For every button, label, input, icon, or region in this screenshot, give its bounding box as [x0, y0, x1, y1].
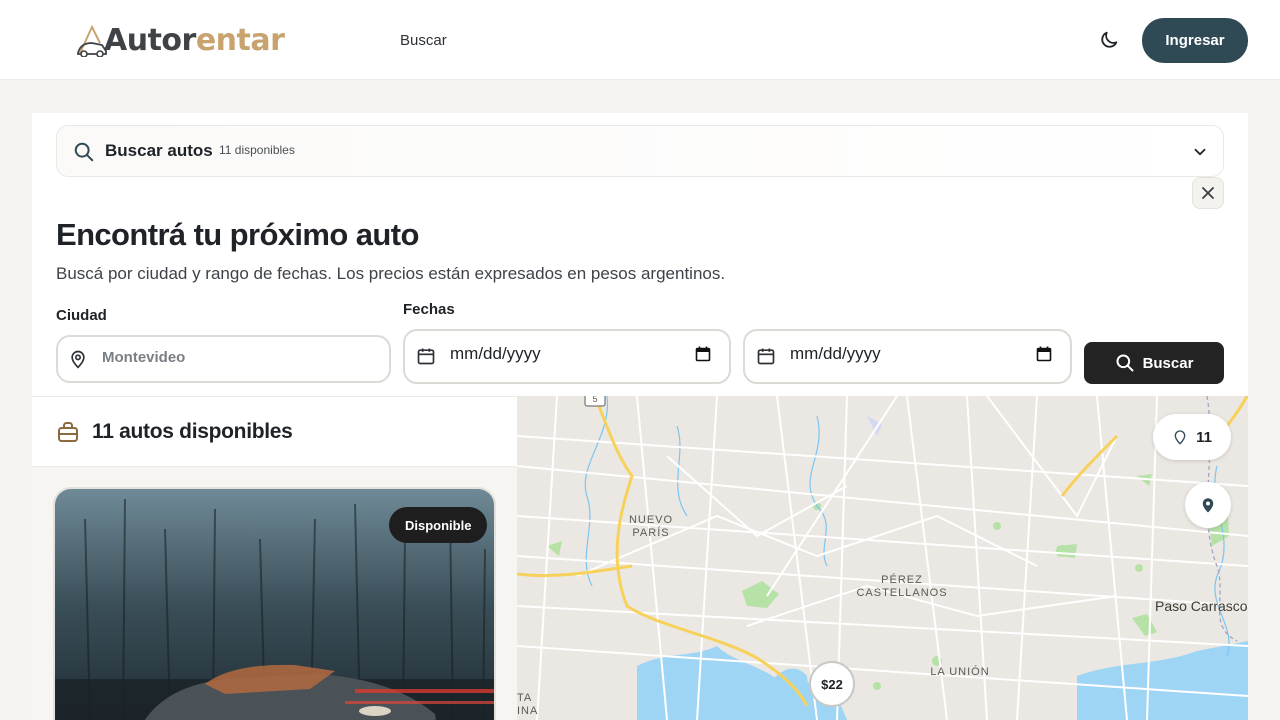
logo-text: Autorentar: [104, 22, 285, 58]
location-pin-icon: [1174, 430, 1186, 445]
dates-label: Fechas: [403, 301, 455, 318]
briefcase-icon: [58, 422, 78, 442]
car-card[interactable]: Disponible: [53, 487, 496, 720]
search-submit-label: Buscar: [1142, 354, 1194, 372]
map-pin-icon: [1202, 498, 1214, 513]
top-header: Autorentar Buscar Ingresar: [0, 0, 1280, 80]
map-view[interactable]: 5 NUEVO PARÍS PÉREZ CASTELLANOS LA UNIÓN…: [517, 396, 1248, 720]
date-end-value: mm/dd/yyyy: [790, 344, 881, 363]
date-start-value: mm/dd/yyyy: [450, 344, 541, 363]
calendar-picker-icon[interactable]: [1036, 346, 1052, 362]
close-button[interactable]: [1192, 177, 1224, 209]
city-field[interactable]: Montevideo: [56, 335, 391, 383]
search-submit-button[interactable]: Buscar: [1084, 342, 1224, 384]
calendar-icon: [757, 348, 775, 365]
map-results-count[interactable]: 11: [1153, 414, 1231, 460]
map-label-nuevo-paris: NUEVO PARÍS: [628, 514, 674, 539]
map-tiles: [517, 396, 1248, 720]
nav-search-link[interactable]: Buscar: [400, 32, 447, 49]
route-5-label: 5: [592, 396, 598, 404]
results-header: 11 autos disponibles: [32, 397, 517, 467]
search-icon: [74, 142, 94, 162]
calendar-picker-icon[interactable]: [695, 346, 711, 362]
search-icon: [1116, 354, 1134, 372]
map-label-edge: TA INA: [517, 692, 539, 717]
map-count-value: 11: [1196, 428, 1212, 446]
close-icon: [1202, 187, 1214, 199]
logo-text-part2: entar: [195, 22, 285, 58]
map-label-perez-castellanos: PÉREZ CASTELLANOS: [856, 574, 948, 599]
moon-icon[interactable]: [1098, 29, 1120, 51]
chevron-down-icon[interactable]: [1191, 143, 1209, 161]
map-label-paso-carrasco: Paso Carrasco: [1155, 598, 1248, 614]
search-collapse-bar[interactable]: Buscar autos 11 disponibles: [56, 125, 1224, 177]
availability-badge: Disponible: [389, 507, 488, 543]
price-marker[interactable]: $22: [809, 661, 855, 707]
search-panel: Buscar autos 11 disponibles Encontrá tu …: [32, 113, 1248, 396]
map-label-la-union: LA UNIÓN: [930, 666, 990, 678]
searchbar-title: Buscar autos: [105, 141, 213, 160]
logo-text-part1: Autor: [104, 22, 196, 58]
logo[interactable]: Autorentar: [76, 22, 285, 58]
results-list: 11 autos disponibles Disponible: [32, 396, 517, 720]
results-title: 11 autos disponibles: [92, 420, 293, 443]
my-location-button[interactable]: [1185, 482, 1231, 528]
calendar-icon: [417, 348, 435, 365]
city-input-placeholder: Montevideo: [102, 349, 186, 366]
login-button[interactable]: Ingresar: [1142, 18, 1248, 63]
city-label: Ciudad: [56, 307, 107, 324]
date-end-field[interactable]: mm/dd/yyyy: [743, 329, 1072, 384]
searchbar-count: 11 disponibles: [219, 143, 295, 157]
page-subtitle: Buscá por ciudad y rango de fechas. Los …: [56, 264, 726, 283]
page-title: Encontrá tu próximo auto: [56, 217, 419, 252]
location-pin-icon: [71, 350, 85, 369]
date-start-field[interactable]: mm/dd/yyyy: [403, 329, 731, 384]
